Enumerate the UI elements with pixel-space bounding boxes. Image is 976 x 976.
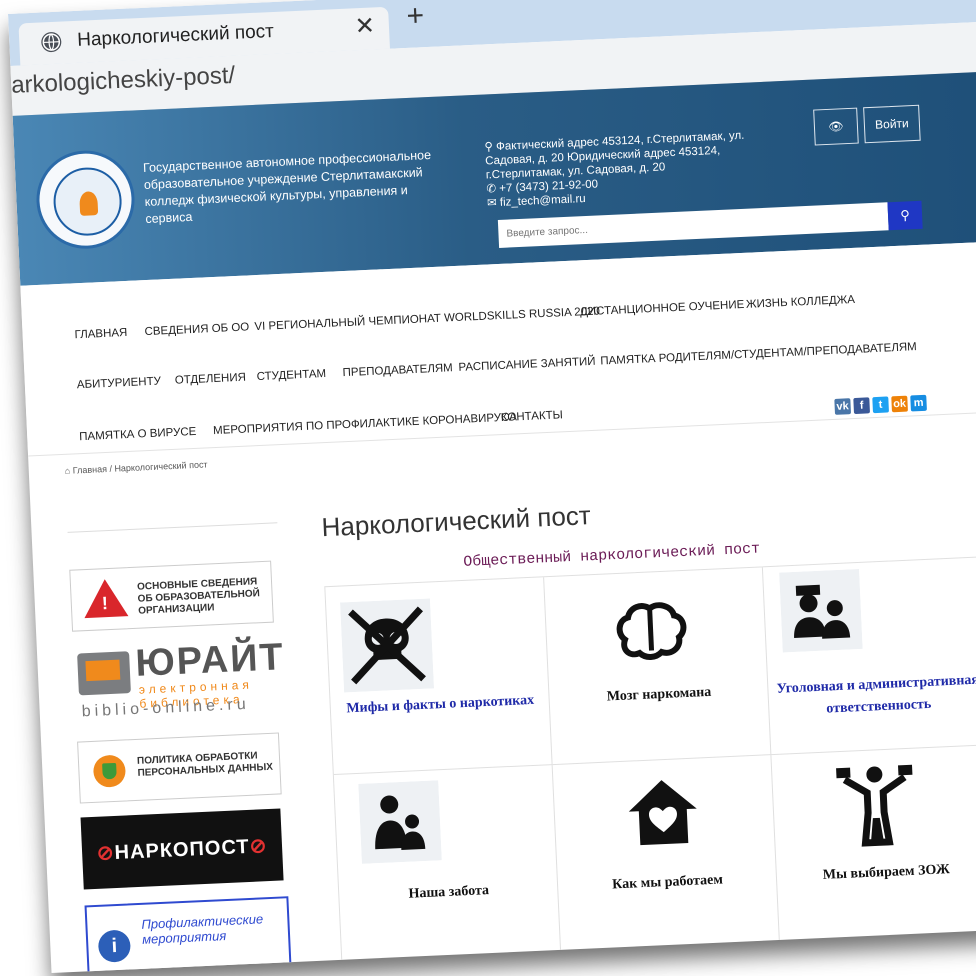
nav-item-info[interactable]: СВЕДЕНИЯ ОБ ОО (144, 321, 249, 338)
nav-item-contacts[interactable]: КОНТАКТЫ (501, 409, 564, 424)
close-tab-icon[interactable]: ✕ (354, 11, 375, 41)
nav-item-home[interactable]: ГЛАВНАЯ (74, 327, 127, 341)
card-responsibility[interactable]: Уголовная и административная ответственн… (762, 557, 976, 756)
nav-item-teachers[interactable]: ПРЕПОДАВАТЕЛЯМ (342, 362, 453, 379)
breadcrumb-text[interactable]: Главная / Наркологический пост (72, 459, 207, 475)
page-subtitle: Общественный наркологический пост (462, 540, 761, 571)
search-button[interactable]: ⚲ (887, 200, 923, 231)
card-care[interactable]: Наша забота (333, 765, 562, 963)
yurait-logo-icon (77, 651, 131, 696)
mail-icon: ✉ (486, 196, 501, 210)
ban-icon: ⊘ (96, 842, 116, 865)
athlete-dumbbells-icon (834, 759, 918, 854)
mailru-icon[interactable]: m (910, 394, 927, 412)
parent-child-icon (358, 780, 442, 869)
card-label: Уголовная и административная ответственн… (776, 672, 976, 717)
search-icon: ⚲ (899, 207, 911, 223)
tab-title: Наркологический пост (76, 20, 275, 51)
card-label: Мы выбираем ЗОЖ (822, 862, 951, 883)
college-logo[interactable] (34, 148, 137, 251)
sidebar-divider (67, 522, 278, 533)
nav-item-distance[interactable]: ДИСТАНЦИОННОЕ ОУЧЕНИЕ (580, 299, 745, 318)
nav-item-worldskills[interactable]: VI РЕГИОНАЛЬНЫЙ ЧЕМПИОНАТ WORLDSKILLS RU… (254, 305, 600, 333)
sidebar: ! ОСНОВНЫЕ СВЕДЕНИЯ ОБ ОБРАЗОВАТЕЛЬНОЙ О… (67, 502, 292, 974)
skull-crossbones-icon (340, 598, 435, 697)
twitter-icon[interactable]: t (872, 396, 889, 414)
card-label: Как мы работаем (611, 872, 724, 893)
logo-emblem (52, 166, 124, 238)
nav-item-college-life[interactable]: ЖИЗНЬ КОЛЛЕДЖА (746, 294, 856, 311)
nav-item-virus-memo[interactable]: ПАМЯТКА О ВИРУСЕ (79, 426, 197, 443)
nav-item-students[interactable]: СТУДЕНТАМ (256, 368, 326, 383)
narkopost-text: НАРКОПОСТ (114, 835, 251, 865)
privacy-policy-text: ПОЛИТИКА ОБРАБОТКИ ПЕРСОНАЛЬНЫХ ДАННЫХ (136, 750, 274, 779)
card-healthy-lifestyle[interactable]: Мы выбираем ЗОЖ (771, 745, 976, 943)
narkopost-title: ⊘НАРКОПОСТ⊘ (82, 832, 283, 866)
basic-info-text: ОСНОВНЫЕ СВЕДЕНИЯ ОБ ОБРАЗОВАТЕЛЬНОЙ ОРГ… (136, 576, 261, 617)
narkopost-banner[interactable]: ⊘НАРКОПОСТ⊘ (80, 808, 284, 890)
odnoklassniki-icon[interactable]: ok (891, 395, 908, 413)
police-family-icon (779, 568, 863, 658)
url-text[interactable]: arkologicheskiy-post/ (11, 62, 236, 100)
shield-icon (92, 754, 127, 788)
new-tab-button[interactable]: + (406, 0, 425, 34)
vk-icon[interactable]: vk (834, 398, 852, 415)
accessibility-eye-button[interactable]: 👁 (813, 107, 859, 146)
nav-item-memo[interactable]: ПАМЯТКА РОДИТЕЛЯМ/СТУДЕНТАМ/ПРЕПОДАВАТЕЛ… (600, 341, 917, 367)
location-icon: ⚲ (484, 140, 497, 154)
prevention-events-text: Профилактические мероприятия (141, 911, 264, 947)
globe-icon (40, 31, 62, 53)
nav-item-departments[interactable]: ОТДЕЛЕНИЯ (175, 372, 247, 387)
prevention-events-banner[interactable]: i Профилактические мероприятия (84, 896, 292, 974)
card-label: Наша забота (408, 883, 490, 902)
topics-grid: Мифы и факты о наркотиках Мозг наркомана… (324, 556, 976, 968)
login-button[interactable]: Войти (863, 104, 921, 144)
nav-item-schedule[interactable]: РАСПИСАНИЕ ЗАНЯТИЙ (458, 356, 596, 374)
page: Наркологический пост ✕ + arkologicheskiy… (0, 0, 976, 976)
logo-torch-icon (79, 191, 99, 216)
basic-info-banner[interactable]: ! ОСНОВНЫЕ СВЕДЕНИЯ ОБ ОБРАЗОВАТЕЛЬНОЙ О… (69, 560, 274, 632)
page-title: Наркологический пост (320, 500, 592, 543)
search-input[interactable] (497, 202, 889, 248)
nav-item-applicants[interactable]: АБИТУРИЕНТУ (77, 375, 162, 391)
social-links: vk f t ok m (834, 393, 930, 415)
house-heart-icon (621, 770, 705, 859)
card-brain[interactable]: Мозг наркомана (544, 567, 772, 766)
warning-exclamation: ! (101, 593, 109, 614)
yurait-banner[interactable]: ЮРАЙТ электронная библиотека biblio-onli… (77, 634, 290, 723)
org-name: Государственное автономное профессиональ… (142, 147, 432, 226)
facebook-icon[interactable]: f (853, 397, 871, 415)
nav-item-covid-measures[interactable]: МЕРОПРИЯТИЯ ПО ПРОФИЛАКТИКЕ КОРОНАВИРУСА (213, 411, 517, 437)
card-how-we-work[interactable]: Как мы работаем (552, 755, 780, 953)
info-icon: i (97, 929, 132, 963)
privacy-policy-banner[interactable]: ПОЛИТИКА ОБРАБОТКИ ПЕРСОНАЛЬНЫХ ДАННЫХ (77, 732, 282, 804)
yurait-url: biblio-online.ru (81, 695, 251, 721)
card-label: Мозг наркомана (606, 684, 712, 705)
card-myths[interactable]: Мифы и факты о наркотиках (325, 577, 553, 776)
ban-icon: ⊘ (249, 835, 268, 858)
contacts-block: ⚲ Фактический адрес 453124, г.Стерлитама… (484, 128, 767, 211)
email-link[interactable]: fiz_tech@mail.ru (500, 193, 586, 209)
screenshot: Наркологический пост ✕ + arkologicheskiy… (8, 0, 976, 974)
phone-icon: ✆ (486, 182, 500, 196)
brain-icon (609, 597, 692, 676)
breadcrumb[interactable]: ⌂ Главная / Наркологический пост (65, 459, 208, 475)
